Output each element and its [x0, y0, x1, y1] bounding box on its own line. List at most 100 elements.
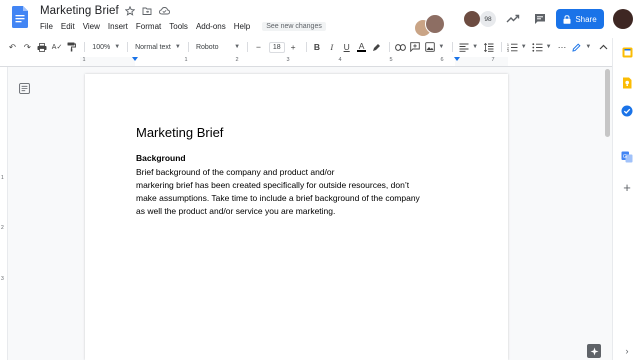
menu-tools[interactable]: Tools [169, 22, 188, 31]
vertical-scrollbar[interactable] [603, 67, 611, 360]
svg-text:G: G [623, 154, 627, 160]
collaborator-avatars[interactable] [414, 14, 446, 38]
ruler-number: 3 [1, 276, 4, 282]
underline-button[interactable]: U [340, 40, 353, 54]
toolbar-divider [127, 42, 129, 52]
vertical-ruler[interactable]: 1 2 3 [0, 67, 8, 360]
menu-format[interactable]: Format [136, 22, 161, 31]
highlight-pen-icon[interactable] [370, 40, 383, 54]
ruler-number: 7 [491, 57, 495, 63]
print-icon[interactable] [36, 40, 49, 54]
add-icon[interactable]: + [621, 180, 633, 195]
chevron-down-icon[interactable]: ▼ [472, 44, 478, 50]
insert-link-icon[interactable] [394, 40, 407, 54]
move-to-folder-icon[interactable] [142, 6, 153, 17]
right-indent-marker[interactable] [454, 57, 460, 61]
document-outline-icon[interactable] [19, 81, 30, 94]
avatar [463, 10, 481, 28]
collapse-menus-icon[interactable] [597, 40, 610, 54]
chevron-down-icon[interactable]: ▼ [585, 44, 591, 50]
keep-icon[interactable] [621, 77, 633, 89]
numbered-list-icon[interactable]: 123 [506, 40, 519, 54]
paragraph-line: Brief background of the company and prod… [136, 167, 335, 177]
menu-edit[interactable]: Edit [61, 22, 75, 31]
spellcheck-icon[interactable]: A✓ [51, 40, 64, 54]
account-avatar[interactable] [613, 9, 633, 29]
font-family-select[interactable]: Roboto ▼ [193, 44, 243, 51]
tasks-icon[interactable] [621, 105, 633, 117]
ruler-number: 5 [389, 57, 393, 63]
line-spacing-icon[interactable] [482, 40, 495, 54]
paragraph-style-select[interactable]: Normal text ▼ [132, 44, 184, 51]
activity-trend-icon[interactable] [505, 11, 521, 27]
decrease-font-size-button[interactable]: − [252, 40, 265, 54]
docs-logo-icon[interactable] [12, 6, 28, 28]
zoom-select[interactable]: 100% ▼ [89, 44, 123, 51]
avatar [425, 14, 445, 34]
toolbar-divider [388, 42, 390, 52]
text-color-bar [357, 50, 367, 52]
menu-view[interactable]: View [83, 22, 100, 31]
horizontal-ruler[interactable]: 1 1 2 3 4 5 6 7 [80, 57, 508, 66]
cloud-saved-icon[interactable] [158, 6, 170, 17]
viewer-count: 98 [480, 11, 496, 27]
ruler-number: 1 [184, 57, 188, 63]
side-panel: G + › [612, 38, 640, 360]
text-color-button[interactable]: A [355, 40, 368, 54]
ruler-number: 1 [82, 57, 86, 63]
add-comment-icon[interactable] [409, 40, 422, 54]
chevron-down-icon[interactable]: ▼ [521, 44, 527, 50]
menu-insert[interactable]: Insert [108, 22, 128, 31]
translate-icon[interactable]: G [621, 151, 633, 163]
body-paragraph[interactable]: Brief background of the company and prod… [136, 166, 420, 218]
ruler-number: 3 [286, 57, 290, 63]
bulleted-list-icon[interactable] [531, 40, 544, 54]
chevron-down-icon: ▼ [114, 44, 121, 50]
paragraph-line: markering brief has been created specifi… [136, 180, 410, 190]
italic-button[interactable]: I [325, 40, 338, 54]
bold-button[interactable]: B [310, 40, 323, 54]
redo-icon[interactable]: ↷ [21, 40, 34, 54]
menu-add-ons[interactable]: Add-ons [196, 22, 226, 31]
star-icon[interactable] [125, 6, 136, 17]
ruler-number: 2 [235, 57, 239, 63]
lock-icon [563, 14, 571, 24]
ruler-number: 2 [1, 225, 4, 231]
menu-help[interactable]: Help [234, 22, 250, 31]
document-title[interactable]: Marketing Brief [40, 5, 119, 17]
font-size-input[interactable]: 18 [268, 41, 285, 53]
paint-format-icon[interactable] [66, 40, 79, 54]
toolbar-divider [84, 42, 86, 52]
viewers-chip[interactable]: 98 [463, 10, 499, 28]
font-family-value: Roboto [195, 43, 219, 51]
document-heading[interactable]: Marketing Brief [136, 125, 223, 140]
menu-file[interactable]: File [40, 22, 53, 31]
more-options-icon[interactable]: ⋯ [556, 40, 569, 54]
align-left-icon[interactable] [457, 40, 470, 54]
undo-icon[interactable]: ↶ [6, 40, 19, 54]
ruler-number: 6 [440, 57, 444, 63]
comment-icon[interactable] [532, 11, 548, 27]
explore-button[interactable] [587, 344, 601, 358]
share-button[interactable]: Share [556, 9, 604, 29]
document-page[interactable]: Marketing Brief Background Brief backgro… [85, 74, 508, 360]
see-new-changes-link[interactable]: See new changes [262, 22, 326, 31]
ruler-number: 1 [1, 175, 4, 181]
chevron-down-icon: ▼ [174, 44, 181, 50]
toolbar-divider [188, 42, 189, 52]
ruler-text-area [135, 57, 455, 66]
svg-text:3: 3 [507, 49, 509, 52]
insert-image-icon[interactable] [424, 40, 437, 54]
left-indent-marker[interactable] [132, 57, 138, 61]
toolbar-divider [500, 42, 502, 52]
chevron-down-icon[interactable]: ▼ [438, 44, 444, 50]
calendar-icon[interactable] [621, 46, 633, 58]
chevron-down-icon[interactable]: ▼ [546, 44, 552, 50]
section-heading[interactable]: Background [136, 153, 186, 163]
chevron-right-icon[interactable]: › [621, 345, 633, 357]
editing-mode-pencil-icon[interactable] [570, 40, 583, 54]
increase-font-size-button[interactable]: + [287, 40, 300, 54]
paragraph-style-value: Normal text [135, 43, 171, 51]
scrollbar-thumb[interactable] [605, 69, 610, 137]
text-color-letter: A [358, 41, 365, 51]
